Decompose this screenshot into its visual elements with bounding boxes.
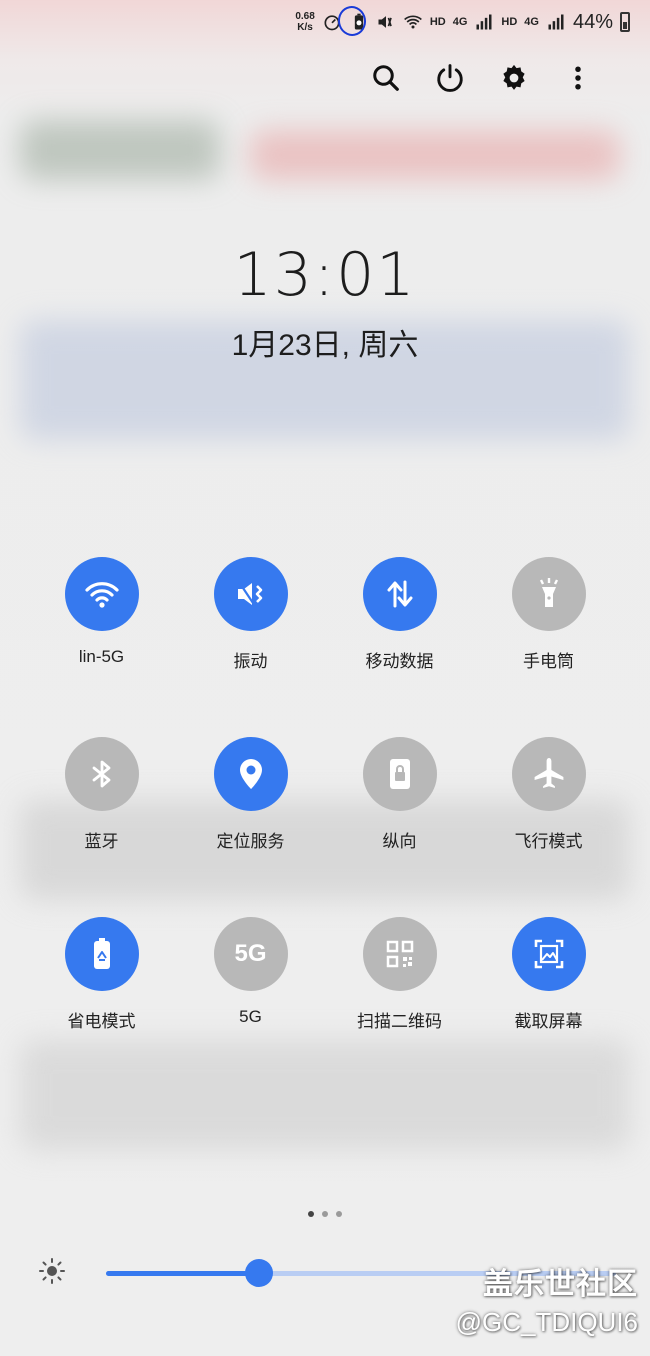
flashlight-icon	[539, 578, 558, 607]
network-speed-unit: K/s	[297, 22, 313, 33]
settings-button[interactable]	[482, 56, 546, 100]
power-saving-icon	[93, 938, 110, 969]
tile-label: 振动	[233, 652, 268, 671]
blurred-background	[250, 130, 620, 180]
tile-airplane-toggle[interactable]	[511, 737, 586, 811]
hd-label: HD	[429, 16, 446, 28]
blurred-background	[20, 120, 220, 180]
tile-mobile-data[interactable]: 移动数据	[325, 557, 474, 671]
page-dot	[336, 1211, 342, 1217]
tile-label: 5G	[239, 1007, 262, 1026]
tile-label: 定位服务	[216, 832, 285, 851]
tile-label: 飞行模式	[514, 832, 583, 851]
clock-date[interactable]: 1月23日, 周六	[0, 320, 650, 364]
tile-screenshot-toggle[interactable]	[511, 917, 586, 991]
tile-vibrate-toggle[interactable]	[213, 557, 288, 631]
tile-label: lin-5G	[78, 647, 125, 666]
wifi-icon	[403, 12, 423, 32]
wifi-icon	[84, 582, 119, 608]
network-speed-value: 0.68	[295, 11, 315, 22]
quick-panel-toolbar	[354, 56, 610, 100]
tile-label: 扫描二维码	[357, 1012, 442, 1031]
tile-wifi-toggle[interactable]	[64, 557, 139, 631]
network-speed: 0.68 K/s	[295, 11, 314, 33]
search-icon	[373, 65, 399, 91]
tile-flashlight[interactable]: 手电筒	[474, 557, 623, 671]
watermark: 盖乐世社区 @GC_TDIQUI6	[456, 1259, 638, 1338]
page-indicator	[0, 1211, 650, 1217]
portrait-lock-icon	[389, 759, 410, 789]
tile-label: 蓝牙	[84, 832, 119, 851]
watermark-title: 盖乐世社区	[483, 1268, 638, 1301]
tile-portrait[interactable]: 纵向	[325, 737, 474, 851]
more-vertical-icon	[575, 66, 581, 90]
power-button[interactable]	[418, 56, 482, 100]
signal-icon	[546, 12, 566, 32]
more-options-button[interactable]	[546, 56, 610, 100]
tile-portrait-toggle[interactable]	[362, 737, 437, 811]
hd-label: HD	[501, 16, 518, 28]
tile-screenshot[interactable]: 截取屏幕	[474, 917, 623, 1031]
tile-qr-scan[interactable]: 扫描二维码	[325, 917, 474, 1031]
location-icon	[239, 759, 262, 789]
tile-5g[interactable]: 5G 5G	[176, 917, 325, 1027]
tile-mobile-data-toggle[interactable]	[362, 557, 437, 631]
gear-icon	[503, 64, 525, 90]
mobile-data-icon	[387, 580, 412, 608]
sun-icon	[38, 1257, 66, 1290]
battery-level-fill	[623, 21, 627, 29]
quick-panel-screen: 0.68 K/s HD 4G HD 4G 44% 13:01 1月23日, 周六…	[0, 0, 650, 1356]
tile-label: 截取屏幕	[514, 1012, 583, 1031]
tile-wifi[interactable]: lin-5G	[27, 557, 176, 667]
tile-bluetooth-toggle[interactable]	[64, 737, 139, 811]
tile-label: 手电筒	[523, 652, 574, 671]
tile-flashlight-toggle[interactable]	[511, 557, 586, 631]
tile-label: 纵向	[382, 832, 417, 851]
tile-label: 移动数据	[365, 652, 434, 671]
signal-icon	[474, 12, 494, 32]
page-dot	[308, 1211, 314, 1217]
battery-icon	[620, 12, 630, 32]
tile-label: 省电模式	[67, 1012, 136, 1031]
tile-5g-toggle[interactable]: 5G	[213, 917, 288, 991]
network-type: 4G	[452, 16, 468, 28]
vibrate-icon	[376, 12, 396, 32]
qr-code-icon	[386, 940, 413, 968]
watermark-user: @GC_TDIQUI6	[455, 1307, 638, 1337]
vibrate-icon	[237, 581, 262, 607]
tile-power-saving[interactable]: 省电模式	[27, 917, 176, 1031]
tile-bluetooth[interactable]: 蓝牙	[27, 737, 176, 851]
screenshot-icon	[534, 939, 563, 969]
battery-percent: 44%	[572, 10, 613, 33]
tile-power-saving-toggle[interactable]	[64, 917, 139, 991]
bluetooth-icon	[92, 760, 110, 788]
5g-icon: 5G	[234, 940, 267, 967]
blurred-background	[20, 1040, 630, 1150]
clock-time[interactable]: 13:01	[0, 240, 650, 310]
page-dot	[322, 1211, 328, 1217]
tile-location-toggle[interactable]	[213, 737, 288, 811]
tile-vibrate[interactable]: 振动	[176, 557, 325, 671]
brightness-slider-thumb[interactable]	[245, 1258, 273, 1287]
search-button[interactable]	[354, 56, 418, 100]
tile-airplane[interactable]: 飞行模式	[474, 737, 623, 851]
quick-settings-grid: lin-5G 振动 移动数据 手电筒 蓝牙 定位服务 纵向 飞行模式 省电模式 …	[27, 557, 623, 1031]
status-bar: 0.68 K/s HD 4G HD 4G 44%	[0, 0, 650, 44]
airplane-icon	[534, 758, 563, 788]
tile-qr-scan-toggle[interactable]	[362, 917, 437, 991]
tile-location[interactable]: 定位服务	[176, 737, 325, 851]
power-icon	[437, 64, 463, 92]
brightness-slider-fill	[106, 1270, 259, 1276]
network-type: 4G	[524, 16, 539, 28]
